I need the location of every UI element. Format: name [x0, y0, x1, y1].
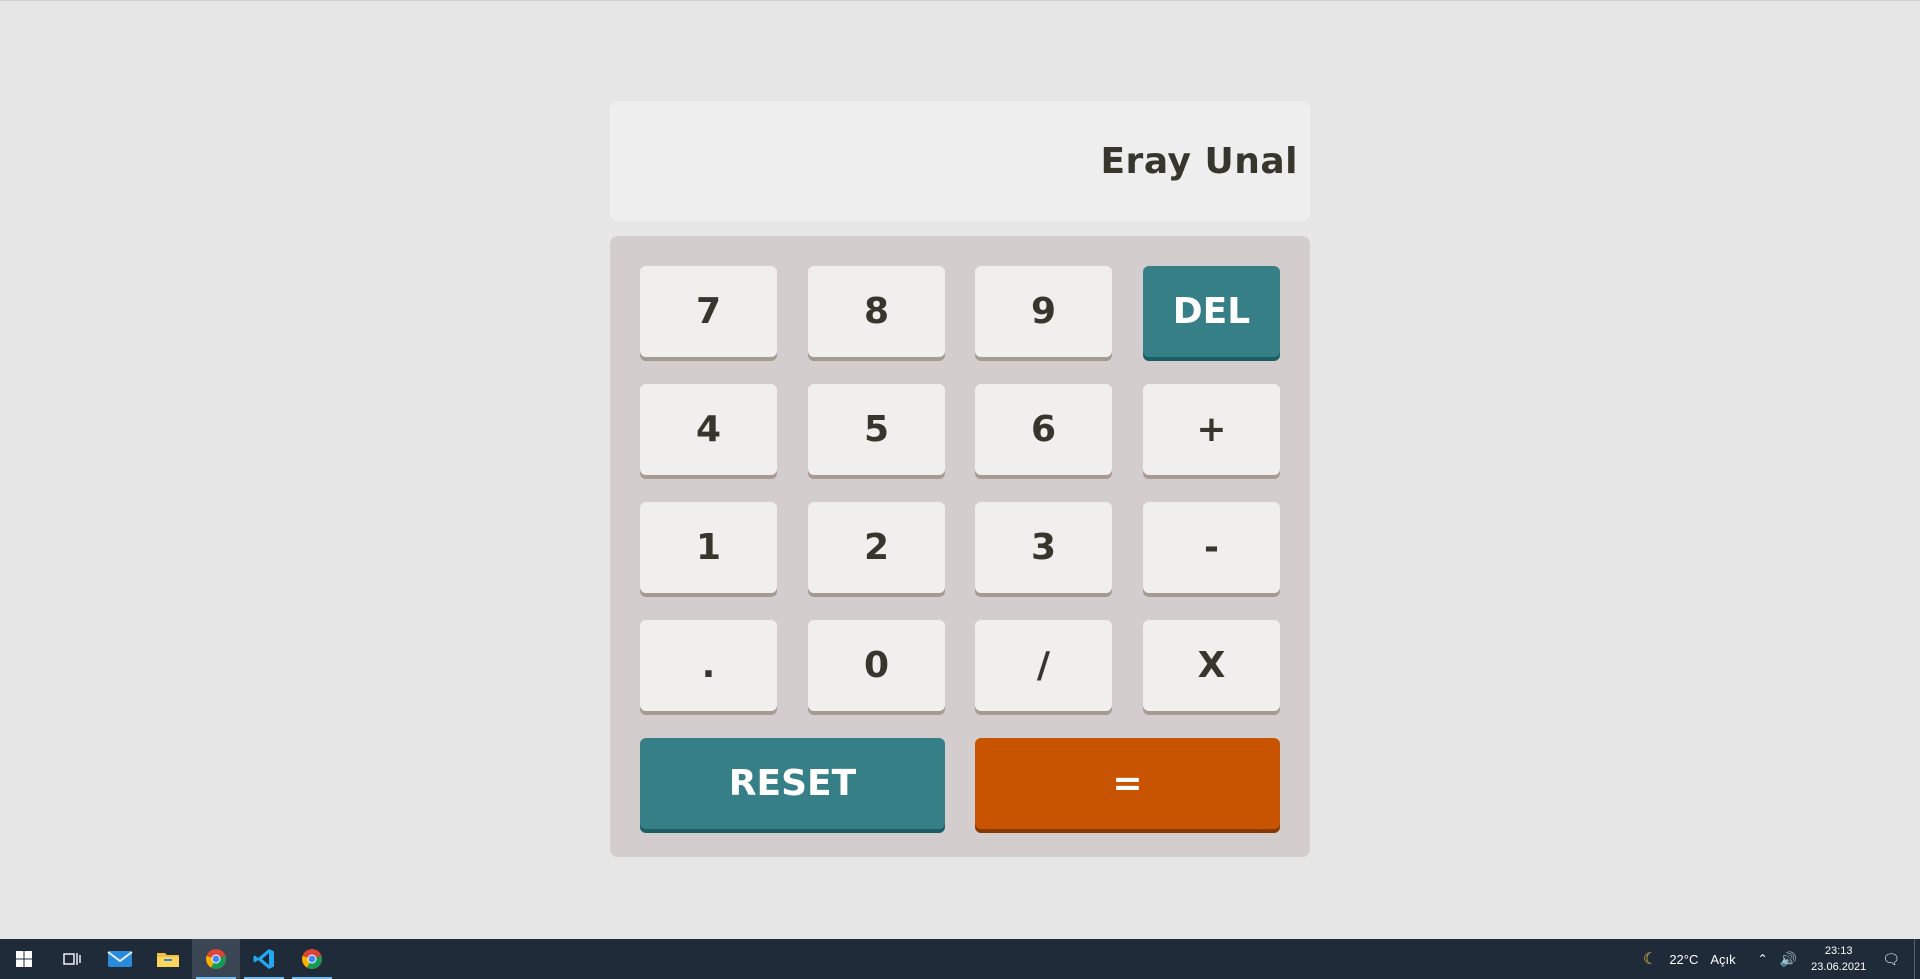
clock-time: 23:13	[1824, 945, 1853, 957]
clock-date: 23.06.2021	[1811, 961, 1867, 973]
equals-button[interactable]: =	[975, 738, 1280, 829]
key-3[interactable]: 3	[975, 502, 1112, 593]
key-6[interactable]: 6	[975, 384, 1112, 475]
display-value: Eray Unal	[1100, 140, 1298, 182]
key-multiply[interactable]: X	[1143, 620, 1280, 711]
moon-icon: ☾	[1642, 951, 1658, 968]
key-minus[interactable]: -	[1143, 502, 1280, 593]
task-view-icon[interactable]	[48, 939, 96, 979]
notifications-icon[interactable]: 🗨	[1882, 951, 1900, 968]
calculator-display: Eray Unal	[610, 101, 1310, 221]
top-border	[0, 0, 1920, 1]
weather-temperature[interactable]: 22°C	[1669, 952, 1698, 967]
key-5[interactable]: 5	[808, 384, 945, 475]
key-2[interactable]: 2	[808, 502, 945, 593]
file-explorer-icon[interactable]	[144, 939, 192, 979]
mail-icon[interactable]	[96, 939, 144, 979]
key-9[interactable]: 9	[975, 266, 1112, 357]
chrome-icon[interactable]	[192, 939, 240, 979]
delete-button[interactable]: DEL	[1143, 266, 1280, 357]
key-decimal[interactable]: .	[640, 620, 777, 711]
volume-icon[interactable]: 🔊	[1780, 951, 1797, 968]
key-plus[interactable]: +	[1143, 384, 1280, 475]
chevron-up-icon[interactable]: ⌃	[1758, 952, 1768, 966]
system-tray: ☾ 22°C Açık ⌃ 🔊 23:13 23.06.2021 🗨	[1637, 939, 1920, 979]
key-7[interactable]: 7	[640, 266, 777, 357]
show-desktop-button[interactable]	[1914, 939, 1920, 979]
vscode-icon[interactable]	[240, 939, 288, 979]
key-0[interactable]: 0	[808, 620, 945, 711]
key-divide[interactable]: /	[975, 620, 1112, 711]
keypad: 7 8 9 DEL 4 5 6 + 1 2 3 - . 0 / X RESET …	[610, 236, 1310, 857]
windows-start-icon[interactable]	[0, 939, 48, 979]
key-4[interactable]: 4	[640, 384, 777, 475]
weather-description[interactable]: Açık	[1710, 952, 1735, 967]
taskbar: ☾ 22°C Açık ⌃ 🔊 23:13 23.06.2021 🗨	[0, 939, 1920, 979]
key-1[interactable]: 1	[640, 502, 777, 593]
chrome-icon[interactable]	[288, 939, 336, 979]
reset-button[interactable]: RESET	[640, 738, 945, 829]
clock[interactable]: 23:13 23.06.2021	[1811, 943, 1866, 975]
key-8[interactable]: 8	[808, 266, 945, 357]
